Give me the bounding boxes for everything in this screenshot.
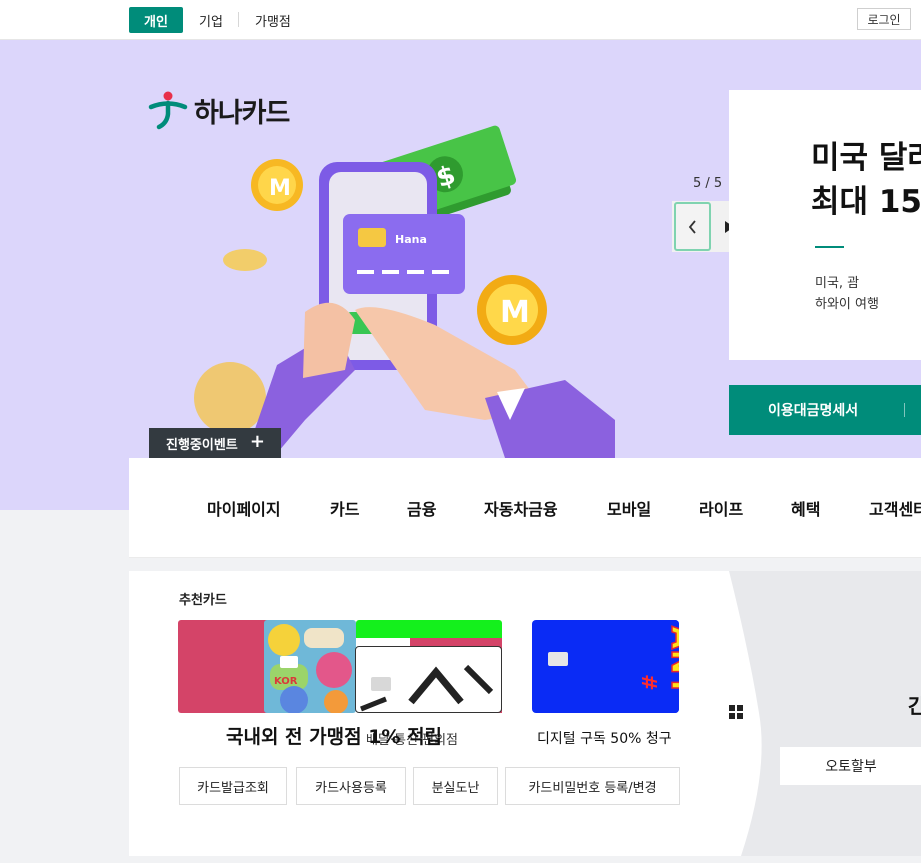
promo-subtitle: 미국, 괌 하와이 여행	[815, 273, 879, 315]
card-image-lime[interactable]	[356, 620, 502, 638]
card-image-sticker[interactable]: KOR	[264, 620, 356, 713]
card-image-white[interactable]	[355, 646, 502, 713]
prev-slide-button[interactable]	[674, 202, 711, 251]
promo-accent-line	[815, 246, 844, 248]
plus-icon: +	[249, 431, 265, 452]
lost-stolen-button[interactable]: 분실도난	[413, 767, 498, 805]
nav-item-mobile[interactable]: 모바일	[607, 496, 651, 520]
svg-text:M: M	[269, 176, 291, 201]
promo-title-line-2: 최대 15	[811, 184, 921, 220]
recommended-cards-title: 추천카드	[179, 593, 227, 608]
grid-menu-icon[interactable]	[729, 705, 743, 719]
nav-item-card[interactable]: 카드	[330, 496, 359, 520]
card-issue-check-button[interactable]: 카드발급조회	[179, 767, 287, 805]
card-image-blue[interactable]: ANY #	[532, 620, 679, 713]
segment-business[interactable]: 기업	[199, 7, 223, 33]
ongoing-events-button[interactable]: 진행중이벤트 +	[149, 428, 281, 458]
chevron-left-icon	[688, 219, 696, 234]
quick-menu-title: 간	[908, 694, 921, 718]
promo-title: 미국 달러 최대 15	[811, 136, 921, 224]
card-caption-main: 국내외 전 가맹점 1% 적립	[226, 726, 443, 748]
hana-symbol-icon	[148, 91, 188, 130]
promo-title-line-1: 미국 달러	[811, 140, 921, 176]
svg-text:KOR: KOR	[274, 676, 298, 687]
promo-sub-line-2: 하와이 여행	[815, 297, 879, 312]
svg-text:M: M	[500, 295, 530, 330]
svg-text:#: #	[637, 674, 661, 691]
white-card-art	[360, 664, 494, 712]
nav-item-life[interactable]: 라이프	[699, 496, 743, 520]
promo-sub-line-1: 미국, 괌	[815, 276, 860, 291]
top-bar: 개인 기업 가맹점 로그인	[0, 0, 921, 40]
blue-card-art: ANY #	[548, 620, 679, 713]
nav-item-auto-finance[interactable]: 자동차금융	[484, 496, 558, 520]
ongoing-events-label: 진행중이벤트	[166, 437, 238, 453]
nav-item-benefits[interactable]: 혜택	[791, 496, 820, 520]
promo-card[interactable]: 미국 달러 최대 15 미국, 괌 하와이 여행	[729, 90, 921, 360]
phone-payment-illustration: M M $ Hana	[194, 125, 615, 458]
login-button[interactable]: 로그인	[857, 8, 911, 30]
card-image-pink[interactable]	[178, 620, 274, 713]
nav-item-customer-center[interactable]: 고객센터	[869, 496, 921, 520]
card-usage-register-button[interactable]: 카드사용등록	[296, 767, 406, 805]
svg-text:ANY: ANY	[664, 626, 679, 697]
segment-divider	[238, 12, 239, 27]
card-caption-blue: 디지털 구독 50% 청구	[537, 731, 672, 747]
recommended-cards-panel: 추천카드	[129, 571, 729, 856]
auto-installment-button[interactable]: 오토할부	[780, 747, 921, 785]
sticker-card-art: KOR	[264, 620, 356, 713]
segment-merchant[interactable]: 가맹점	[255, 7, 291, 33]
segment-personal[interactable]: 개인	[129, 7, 183, 33]
slide-pager: 5 / 5	[693, 176, 723, 191]
statement-label: 이용대금명세서	[768, 403, 859, 419]
statement-button[interactable]: 이용대금명세서	[729, 385, 921, 435]
main-navigation: 마이페이지 카드 금융 자동차금융 모바일 라이프 혜택 고객센터	[129, 458, 921, 558]
card-brand-text: Hana	[395, 233, 427, 246]
nav-item-finance[interactable]: 금융	[407, 496, 436, 520]
statement-separator	[904, 403, 905, 417]
card-pin-button[interactable]: 카드비밀번호 등록/변경	[505, 767, 680, 805]
coin-icon: M	[251, 159, 303, 211]
nav-item-mypage[interactable]: 마이페이지	[207, 496, 281, 520]
